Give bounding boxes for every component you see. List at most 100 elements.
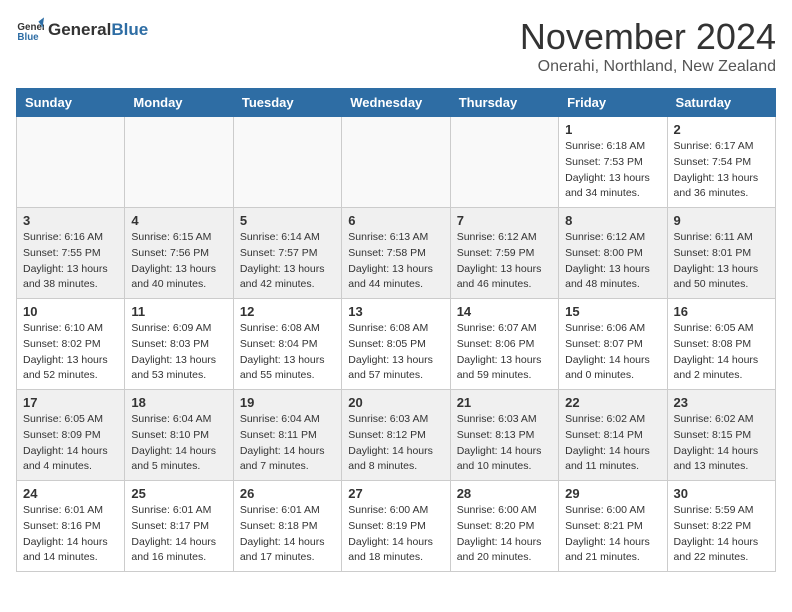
day-number: 3: [23, 213, 118, 228]
day-number: 22: [565, 395, 660, 410]
week-row-5: 24 Sunrise: 6:01 AMSunset: 8:16 PMDayligh…: [17, 481, 776, 572]
calendar-cell: 4 Sunrise: 6:15 AMSunset: 7:56 PMDaylight…: [125, 208, 233, 299]
day-info: Sunrise: 6:08 AMSunset: 8:04 PMDaylight:…: [240, 321, 335, 384]
week-row-3: 10 Sunrise: 6:10 AMSunset: 8:02 PMDayligh…: [17, 299, 776, 390]
calendar-cell: 17Sunrise: 6:05 AMSunset: 8:09 PMDayligh…: [17, 390, 125, 481]
location-subtitle: Onerahi, Northland, New Zealand: [520, 58, 776, 76]
calendar-cell: 9 Sunrise: 6:11 AMSunset: 8:01 PMDaylight…: [667, 208, 775, 299]
calendar-table: SundayMondayTuesdayWednesdayThursdayFrid…: [16, 88, 776, 572]
day-number: 1: [565, 122, 660, 137]
day-info: Sunrise: 6:06 AMSunset: 8:07 PMDaylight:…: [565, 321, 660, 384]
header: General Blue General Blue November 2024 …: [16, 16, 776, 76]
day-number: 4: [131, 213, 226, 228]
day-number: 28: [457, 486, 552, 501]
day-number: 19: [240, 395, 335, 410]
week-row-1: 1 Sunrise: 6:18 AMSunset: 7:53 PMDaylight…: [17, 117, 776, 208]
logo-general: General: [48, 20, 111, 40]
day-info: Sunrise: 6:05 AMSunset: 8:09 PMDaylight:…: [23, 412, 118, 475]
calendar-cell: 8Sunrise: 6:12 AMSunset: 8:00 PMDaylight…: [559, 208, 667, 299]
day-number: 12: [240, 304, 335, 319]
day-number: 2: [674, 122, 769, 137]
calendar-cell: 19 Sunrise: 6:04 AMSunset: 8:11 PMDayligh…: [233, 390, 341, 481]
day-number: 16: [674, 304, 769, 319]
calendar-cell: 1 Sunrise: 6:18 AMSunset: 7:53 PMDaylight…: [559, 117, 667, 208]
calendar-cell: 23 Sunrise: 6:02 AMSunset: 8:15 PMDayligh…: [667, 390, 775, 481]
day-info: Sunrise: 6:09 AMSunset: 8:03 PMDaylight:…: [131, 321, 226, 384]
day-info: Sunrise: 6:05 AMSunset: 8:08 PMDaylight:…: [674, 321, 769, 384]
calendar-cell: 7 Sunrise: 6:12 AMSunset: 7:59 PMDaylight…: [450, 208, 558, 299]
calendar-cell: 6 Sunrise: 6:13 AMSunset: 7:58 PMDaylight…: [342, 208, 450, 299]
day-number: 9: [674, 213, 769, 228]
day-info: Sunrise: 6:18 AMSunset: 7:53 PMDaylight:…: [565, 139, 660, 202]
day-number: 10: [23, 304, 118, 319]
day-info: Sunrise: 6:12 AMSunset: 8:00 PMDaylight:…: [565, 230, 660, 293]
calendar-cell: 26 Sunrise: 6:01 AMSunset: 8:18 PMDayligh…: [233, 481, 341, 572]
day-info: Sunrise: 6:07 AMSunset: 8:06 PMDaylight:…: [457, 321, 552, 384]
day-number: 24: [23, 486, 118, 501]
logo-blue: Blue: [111, 20, 148, 40]
weekday-header-sunday: Sunday: [17, 89, 125, 117]
day-number: 13: [348, 304, 443, 319]
calendar-cell: 29 Sunrise: 6:00 AMSunset: 8:21 PMDayligh…: [559, 481, 667, 572]
weekday-header-monday: Monday: [125, 89, 233, 117]
day-info: Sunrise: 6:10 AMSunset: 8:02 PMDaylight:…: [23, 321, 118, 384]
day-info: Sunrise: 6:12 AMSunset: 7:59 PMDaylight:…: [457, 230, 552, 293]
week-row-2: 3 Sunrise: 6:16 AMSunset: 7:55 PMDaylight…: [17, 208, 776, 299]
day-info: Sunrise: 6:00 AMSunset: 8:21 PMDaylight:…: [565, 503, 660, 566]
logo-icon: General Blue: [16, 16, 44, 44]
day-number: 29: [565, 486, 660, 501]
day-info: Sunrise: 6:13 AMSunset: 7:58 PMDaylight:…: [348, 230, 443, 293]
calendar-cell: 28 Sunrise: 6:00 AMSunset: 8:20 PMDayligh…: [450, 481, 558, 572]
day-number: 21: [457, 395, 552, 410]
calendar-cell: 21 Sunrise: 6:03 AMSunset: 8:13 PMDayligh…: [450, 390, 558, 481]
day-number: 7: [457, 213, 552, 228]
day-number: 11: [131, 304, 226, 319]
day-number: 26: [240, 486, 335, 501]
calendar-cell: [450, 117, 558, 208]
day-info: Sunrise: 6:16 AMSunset: 7:55 PMDaylight:…: [23, 230, 118, 293]
calendar-cell: 2 Sunrise: 6:17 AMSunset: 7:54 PMDaylight…: [667, 117, 775, 208]
calendar-cell: 22Sunrise: 6:02 AMSunset: 8:14 PMDayligh…: [559, 390, 667, 481]
day-number: 23: [674, 395, 769, 410]
day-info: Sunrise: 6:01 AMSunset: 8:18 PMDaylight:…: [240, 503, 335, 566]
day-info: Sunrise: 6:00 AMSunset: 8:20 PMDaylight:…: [457, 503, 552, 566]
day-info: Sunrise: 6:03 AMSunset: 8:13 PMDaylight:…: [457, 412, 552, 475]
logo: General Blue General Blue: [16, 16, 148, 44]
calendar-cell: 16 Sunrise: 6:05 AMSunset: 8:08 PMDayligh…: [667, 299, 775, 390]
day-number: 6: [348, 213, 443, 228]
day-number: 27: [348, 486, 443, 501]
day-number: 30: [674, 486, 769, 501]
calendar-cell: 5Sunrise: 6:14 AMSunset: 7:57 PMDaylight…: [233, 208, 341, 299]
weekday-header-friday: Friday: [559, 89, 667, 117]
calendar-cell: [233, 117, 341, 208]
day-number: 15: [565, 304, 660, 319]
day-number: 20: [348, 395, 443, 410]
calendar-cell: 24 Sunrise: 6:01 AMSunset: 8:16 PMDayligh…: [17, 481, 125, 572]
calendar-cell: 25Sunrise: 6:01 AMSunset: 8:17 PMDayligh…: [125, 481, 233, 572]
day-info: Sunrise: 6:11 AMSunset: 8:01 PMDaylight:…: [674, 230, 769, 293]
svg-text:Blue: Blue: [17, 32, 39, 43]
month-title: November 2024: [520, 16, 776, 58]
calendar-cell: 27 Sunrise: 6:00 AMSunset: 8:19 PMDayligh…: [342, 481, 450, 572]
day-info: Sunrise: 6:04 AMSunset: 8:11 PMDaylight:…: [240, 412, 335, 475]
day-info: Sunrise: 6:08 AMSunset: 8:05 PMDaylight:…: [348, 321, 443, 384]
calendar-cell: 18Sunrise: 6:04 AMSunset: 8:10 PMDayligh…: [125, 390, 233, 481]
calendar-cell: 14 Sunrise: 6:07 AMSunset: 8:06 PMDayligh…: [450, 299, 558, 390]
day-info: Sunrise: 6:03 AMSunset: 8:12 PMDaylight:…: [348, 412, 443, 475]
weekday-header-row: SundayMondayTuesdayWednesdayThursdayFrid…: [17, 89, 776, 117]
calendar-cell: 20 Sunrise: 6:03 AMSunset: 8:12 PMDayligh…: [342, 390, 450, 481]
day-number: 25: [131, 486, 226, 501]
calendar-cell: 12 Sunrise: 6:08 AMSunset: 8:04 PMDayligh…: [233, 299, 341, 390]
weekday-header-thursday: Thursday: [450, 89, 558, 117]
title-area: November 2024 Onerahi, Northland, New Ze…: [520, 16, 776, 76]
day-number: 14: [457, 304, 552, 319]
calendar-cell: 3 Sunrise: 6:16 AMSunset: 7:55 PMDaylight…: [17, 208, 125, 299]
day-info: Sunrise: 6:02 AMSunset: 8:15 PMDaylight:…: [674, 412, 769, 475]
weekday-header-tuesday: Tuesday: [233, 89, 341, 117]
weekday-header-wednesday: Wednesday: [342, 89, 450, 117]
day-info: Sunrise: 6:01 AMSunset: 8:16 PMDaylight:…: [23, 503, 118, 566]
day-info: Sunrise: 6:15 AMSunset: 7:56 PMDaylight:…: [131, 230, 226, 293]
day-info: Sunrise: 6:17 AMSunset: 7:54 PMDaylight:…: [674, 139, 769, 202]
weekday-header-saturday: Saturday: [667, 89, 775, 117]
day-info: Sunrise: 6:00 AMSunset: 8:19 PMDaylight:…: [348, 503, 443, 566]
